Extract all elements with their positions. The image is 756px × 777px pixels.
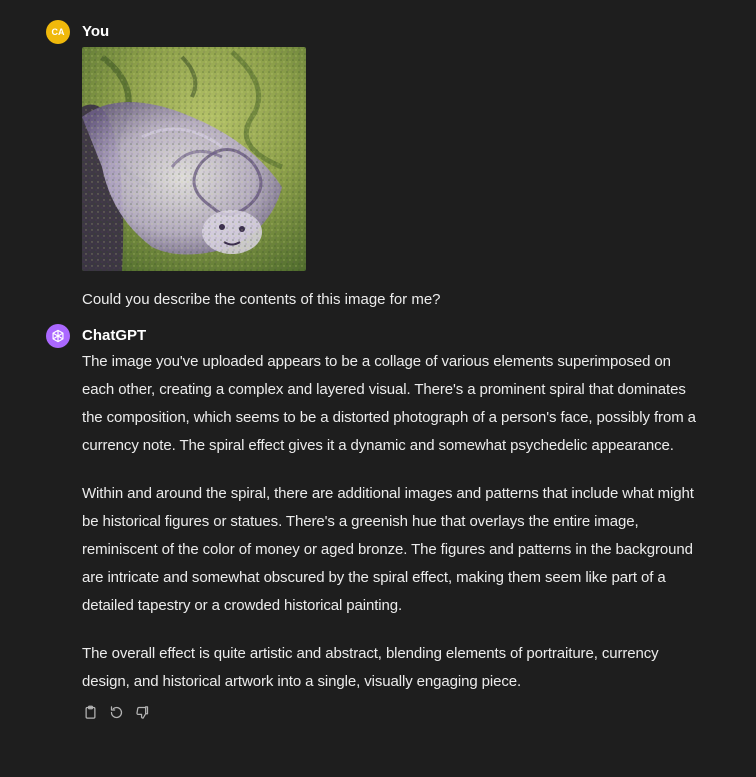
thumbs-down-icon[interactable]: [134, 704, 150, 720]
chat-thread: CA You Could you describe the contents o…: [0, 0, 756, 777]
user-message-text: Could you describe the contents of this …: [82, 291, 441, 308]
uploaded-image[interactable]: [82, 47, 306, 271]
openai-logo-icon: [46, 324, 70, 348]
user-avatar: CA: [46, 20, 70, 44]
assistant-author-name: ChatGPT: [82, 327, 147, 344]
assistant-message-content: The image you've uploaded appears to be …: [82, 348, 706, 720]
user-message-content: Could you describe the contents of this …: [82, 47, 706, 309]
user-avatar-initials: CA: [51, 27, 65, 37]
user-author-name: You: [82, 23, 110, 40]
copy-icon[interactable]: [82, 704, 98, 720]
uploaded-image-graphic: [82, 47, 306, 271]
response-paragraph-1: The image you've uploaded appears to be …: [82, 353, 696, 454]
response-paragraph-3: The overall effect is quite artistic and…: [82, 645, 659, 690]
regenerate-icon[interactable]: [108, 704, 124, 720]
message-actions: [82, 704, 706, 720]
response-paragraph-2: Within and around the spiral, there are …: [82, 485, 694, 614]
